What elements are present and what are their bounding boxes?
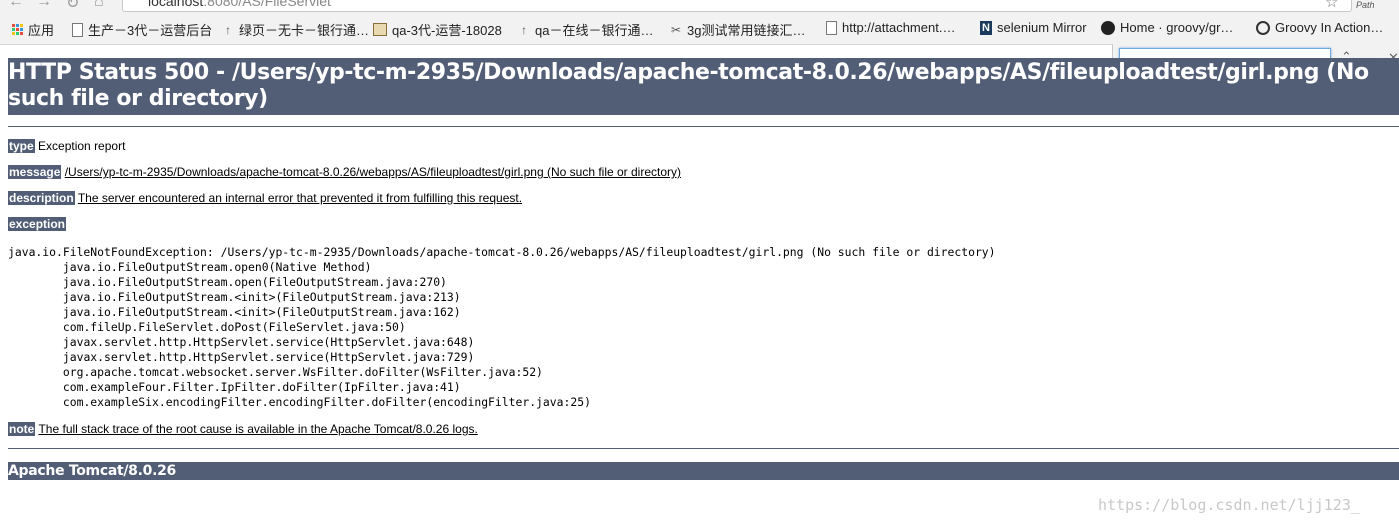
image-icon xyxy=(373,23,387,36)
browser-toolbar: ← → ↻ ⌂ localhost:8080/AS/FileServlet ☆ … xyxy=(0,0,1399,12)
back-icon[interactable]: ← xyxy=(8,0,24,11)
stack-trace-line: javax.servlet.http.HttpServlet.service(H… xyxy=(8,335,475,349)
stack-trace-line: java.io.FileNotFoundException: /Users/yp… xyxy=(8,245,996,259)
groovy-icon xyxy=(1256,20,1270,35)
github-icon xyxy=(1101,20,1115,35)
divider xyxy=(8,126,1399,127)
server-footer: Apache Tomcat/8.0.26 xyxy=(8,462,1399,480)
type-label: type xyxy=(8,139,35,153)
type-value: Exception report xyxy=(38,139,126,153)
page-icon xyxy=(72,22,83,37)
apps-grid-icon xyxy=(12,24,23,35)
arrow-up-icon: ↑ xyxy=(225,22,231,37)
note-row: note The full stack trace of the root ca… xyxy=(8,422,478,436)
description-label: description xyxy=(8,191,75,205)
stack-trace-line: com.exampleSix.encodingFilter.encodingFi… xyxy=(8,395,591,409)
bookmark-apps[interactable]: 应用 xyxy=(12,20,54,39)
note-label: note xyxy=(8,422,36,436)
n-logo-icon: N xyxy=(980,20,992,35)
extension-path-button[interactable]: Path xyxy=(1356,0,1375,10)
description-row: description The server encountered an in… xyxy=(8,191,522,205)
stack-trace-line: org.apache.tomcat.websocket.server.WsFil… xyxy=(8,365,543,379)
reload-icon[interactable]: ↻ xyxy=(66,0,79,12)
bookmark-item[interactable]: http://attachment.… xyxy=(826,20,955,35)
bookmark-item[interactable]: Home · groovy/gr… xyxy=(1101,20,1233,35)
stack-trace-line: java.io.FileOutputStream.<init>(FileOutp… xyxy=(8,290,461,304)
bookmark-item[interactable]: N selenium Mirror xyxy=(980,20,1087,35)
stack-trace-line: java.io.FileOutputStream.open(FileOutput… xyxy=(8,275,447,289)
bookmark-item[interactable]: ✂ 3g测试常用链接汇… xyxy=(670,20,806,39)
forward-icon[interactable]: → xyxy=(36,0,52,11)
error-page: HTTP Status 500 - /Users/yp-tc-m-2935/Do… xyxy=(8,58,1399,115)
address-url[interactable]: localhost:8080/AS/FileServlet xyxy=(148,0,331,9)
stack-trace-line: com.exampleFour.Filter.IpFilter.doFilter… xyxy=(8,380,461,394)
type-row: type Exception report xyxy=(8,139,125,153)
description-value: The server encountered an internal error… xyxy=(77,191,523,205)
bookmark-item[interactable]: qa-3代-运营-18028 xyxy=(373,20,502,39)
message-row: message /Users/yp-tc-m-2935/Downloads/ap… xyxy=(8,165,681,179)
bookmarks-bar: 应用 生产－3代－运营后台 ↑ 绿页－无卡－银行通… qa-3代-运营-1802… xyxy=(0,12,1399,45)
divider xyxy=(8,448,1399,449)
message-label: message xyxy=(8,165,62,179)
stack-trace: java.io.FileNotFoundException: /Users/yp… xyxy=(8,245,996,410)
exception-label: exception xyxy=(8,217,67,231)
bookmark-star-icon[interactable]: ☆ xyxy=(1325,0,1338,11)
scissors-icon: ✂ xyxy=(670,22,682,37)
page-title: HTTP Status 500 - /Users/yp-tc-m-2935/Do… xyxy=(8,58,1399,115)
stack-trace-line: java.io.FileOutputStream.<init>(FileOutp… xyxy=(8,305,461,319)
stack-trace-line: java.io.FileOutputStream.open0(Native Me… xyxy=(8,260,372,274)
watermark: https://blog.csdn.net/ljj123_ xyxy=(1098,496,1360,514)
home-icon[interactable]: ⌂ xyxy=(94,0,104,11)
bookmark-item[interactable]: 生产－3代－运营后台 xyxy=(72,20,212,39)
exception-row: exception xyxy=(8,217,67,231)
page-icon xyxy=(826,20,837,35)
bookmark-item[interactable]: ↑ qa－在线－银行通… xyxy=(518,20,653,39)
stack-trace-line: com.fileUp.FileServlet.doPost(FileServle… xyxy=(8,320,406,334)
bookmark-item[interactable]: ↑ 绿页－无卡－银行通… xyxy=(222,20,369,39)
message-value: /Users/yp-tc-m-2935/Downloads/apache-tom… xyxy=(64,165,682,179)
arrow-up-icon: ↑ xyxy=(521,22,527,37)
stack-trace-line: javax.servlet.http.HttpServlet.service(H… xyxy=(8,350,475,364)
note-value: The full stack trace of the root cause i… xyxy=(38,422,478,436)
bookmark-item[interactable]: Groovy In Action… xyxy=(1256,20,1383,35)
